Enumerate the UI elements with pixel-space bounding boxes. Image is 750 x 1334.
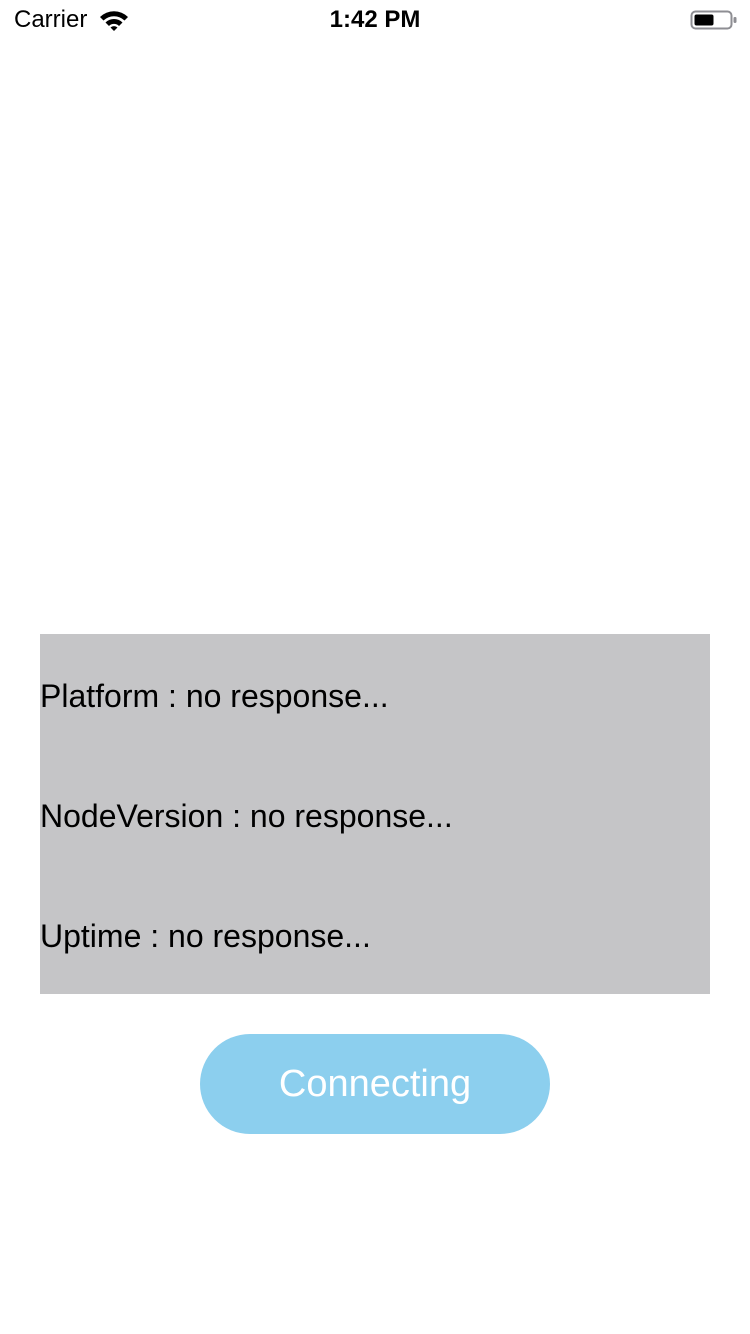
platform-label: Platform : no response...	[40, 678, 389, 714]
connecting-button[interactable]: Connecting	[200, 1034, 550, 1134]
status-bar: Carrier 1:42 PM	[0, 0, 750, 40]
uptime-label: Uptime : no response...	[40, 918, 371, 954]
app-screen: Carrier 1:42 PM Platform : no response..…	[0, 0, 750, 1334]
node-version-label: NodeVersion : no response...	[40, 798, 453, 834]
status-time: 1:42 PM	[329, 6, 421, 33]
info-panel: Platform : no response... NodeVersion : …	[40, 634, 710, 994]
battery-icon	[690, 10, 737, 30]
